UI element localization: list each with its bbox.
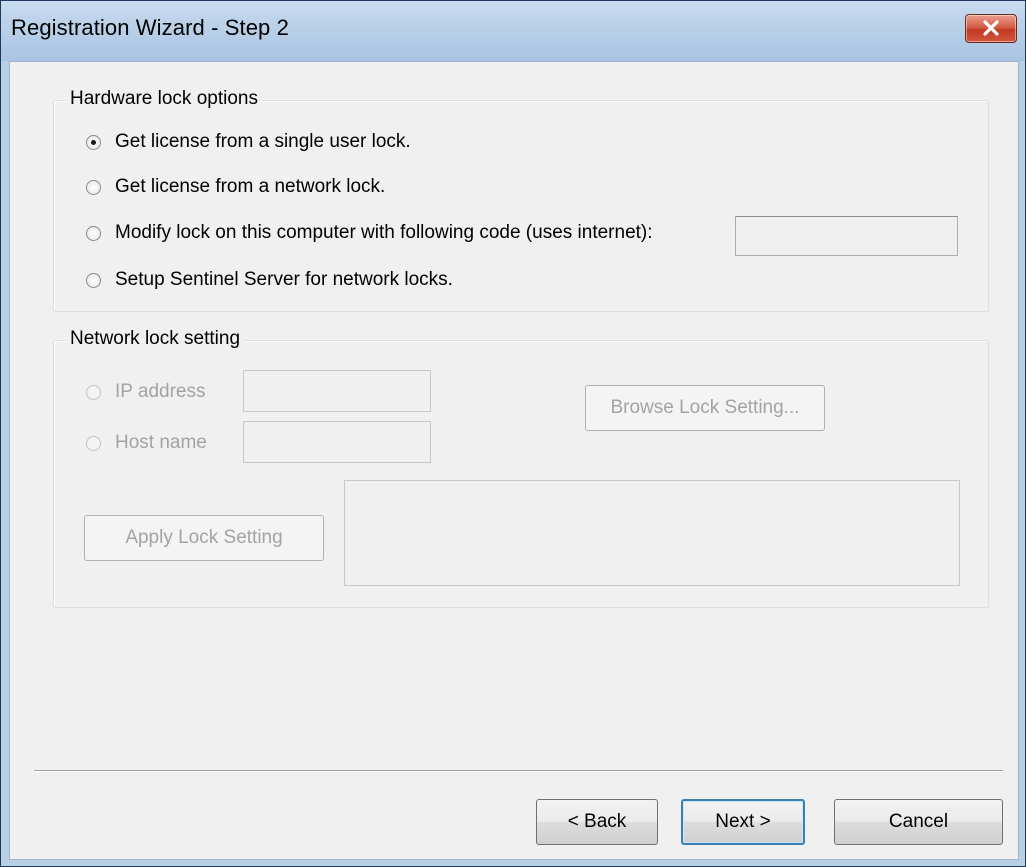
radio-setup-sentinel-server[interactable] bbox=[86, 272, 101, 288]
modify-lock-code-field[interactable] bbox=[735, 216, 958, 256]
radio-modify-lock[interactable] bbox=[86, 225, 101, 241]
lock-setting-status-box bbox=[344, 480, 960, 586]
radio-ip-address[interactable] bbox=[86, 384, 101, 400]
close-button[interactable] bbox=[965, 14, 1017, 43]
option-modify-lock[interactable]: Modify lock on this computer with follow… bbox=[86, 222, 653, 244]
host-name-field[interactable] bbox=[243, 421, 431, 463]
radio-single-user-lock[interactable] bbox=[86, 134, 101, 150]
option-host-name[interactable]: Host name bbox=[86, 432, 207, 454]
dialog-window: Registration Wizard - Step 2 Hardware lo… bbox=[0, 0, 1026, 867]
apply-lock-setting-button[interactable]: Apply Lock Setting bbox=[84, 515, 324, 561]
option-single-user-lock[interactable]: Get license from a single user lock. bbox=[86, 131, 411, 153]
next-button[interactable]: Next > bbox=[681, 799, 805, 845]
close-icon bbox=[983, 20, 999, 36]
cancel-button[interactable]: Cancel bbox=[834, 799, 1003, 845]
hardware-lock-options-legend: Hardware lock options bbox=[66, 88, 262, 110]
option-setup-sentinel-server-label: Setup Sentinel Server for network locks. bbox=[115, 269, 453, 290]
radio-host-name[interactable] bbox=[86, 435, 101, 451]
option-network-lock-label: Get license from a network lock. bbox=[115, 176, 386, 197]
network-lock-setting-legend: Network lock setting bbox=[66, 328, 245, 350]
ip-address-label: IP address bbox=[115, 381, 206, 402]
dialog-content: Hardware lock options Get license from a… bbox=[9, 61, 1019, 860]
browse-lock-setting-button[interactable]: Browse Lock Setting... bbox=[585, 385, 825, 431]
option-single-user-lock-label: Get license from a single user lock. bbox=[115, 131, 411, 152]
option-modify-lock-label: Modify lock on this computer with follow… bbox=[115, 222, 653, 243]
back-button[interactable]: < Back bbox=[536, 799, 658, 845]
option-ip-address[interactable]: IP address bbox=[86, 381, 205, 403]
hardware-lock-options-group: Hardware lock options Get license from a… bbox=[53, 88, 989, 312]
option-setup-sentinel-server[interactable]: Setup Sentinel Server for network locks. bbox=[86, 269, 453, 291]
network-lock-setting-group: Network lock setting IP address Host nam… bbox=[53, 328, 989, 608]
title-bar[interactable]: Registration Wizard - Step 2 bbox=[1, 1, 1025, 61]
footer-separator bbox=[34, 770, 1003, 772]
radio-network-lock[interactable] bbox=[86, 179, 101, 195]
option-network-lock[interactable]: Get license from a network lock. bbox=[86, 176, 385, 198]
host-name-label: Host name bbox=[115, 432, 207, 453]
ip-address-field[interactable] bbox=[243, 370, 431, 412]
window-title: Registration Wizard - Step 2 bbox=[11, 15, 289, 40]
